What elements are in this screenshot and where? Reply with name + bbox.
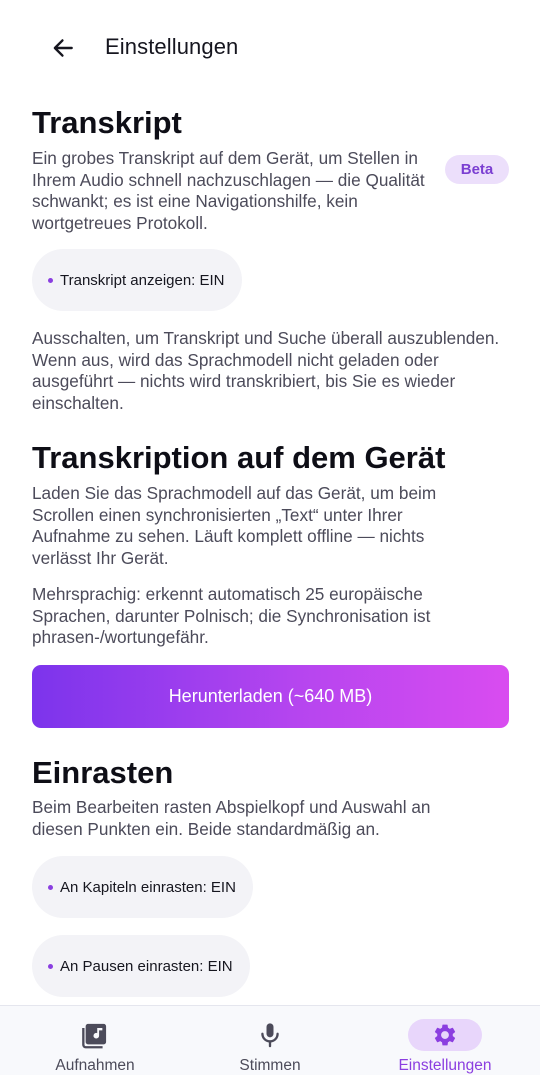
snap-pauses-label: An Pausen einrasten: EIN xyxy=(60,957,233,975)
download-model-button[interactable]: Herunterladen (~640 MB) xyxy=(32,665,509,728)
music-library-icon xyxy=(82,1023,107,1049)
snap-chapters-label: An Kapiteln einrasten: EIN xyxy=(60,878,236,896)
transcript-toggle-label: Transkript anzeigen: EIN xyxy=(60,271,225,289)
snap-pauses-chip[interactable]: An Pausen einrasten: EIN xyxy=(32,935,250,997)
back-button[interactable] xyxy=(44,29,82,67)
nav-item-voices[interactable]: Stimmen xyxy=(180,1006,360,1076)
snapping-description: Beim Bearbeiten rasten Abspielkopf und A… xyxy=(32,797,431,839)
gear-icon xyxy=(434,1024,456,1046)
microphone-icon xyxy=(261,1023,279,1048)
transcript-hint: Ausschalten, um Transkript und Suche übe… xyxy=(32,328,500,413)
nav-item-settings[interactable]: Einstellungen xyxy=(355,1006,535,1076)
bottom-navigation: Aufnahmen Stimmen Einstellungen xyxy=(0,1005,540,1075)
nav-pill xyxy=(233,1019,307,1051)
nav-item-recordings[interactable]: Aufnahmen xyxy=(5,1006,185,1076)
nav-label-settings: Einstellungen xyxy=(398,1057,492,1074)
app-bar: Einstellungen xyxy=(0,0,540,95)
chip-dot xyxy=(48,277,53,283)
chip-dot xyxy=(48,963,53,969)
on-device-section-title: Transkription auf dem Gerät xyxy=(32,440,446,475)
snapping-section-title: Einrasten xyxy=(32,755,174,790)
transcript-description: Ein grobes Transkript auf dem Gerät, um … xyxy=(32,148,425,233)
page-title: Einstellungen xyxy=(105,34,239,59)
nav-label-recordings: Aufnahmen xyxy=(55,1057,135,1074)
transcript-toggle-chip[interactable]: Transkript anzeigen: EIN xyxy=(32,249,242,311)
transcript-section-title: Transkript xyxy=(32,105,182,140)
arrow-left-icon xyxy=(53,39,73,57)
snap-chapters-chip[interactable]: An Kapiteln einrasten: EIN xyxy=(32,856,253,918)
on-device-description: Laden Sie das Sprachmodell auf das Gerät… xyxy=(32,483,437,568)
nav-pill-active xyxy=(408,1019,482,1051)
on-device-languages: Mehrsprachig: erkennt automatisch 25 eur… xyxy=(32,584,431,647)
nav-label-voices: Stimmen xyxy=(239,1057,301,1074)
beta-badge: Beta xyxy=(445,155,509,184)
chip-dot xyxy=(48,884,53,890)
nav-pill xyxy=(58,1019,132,1051)
